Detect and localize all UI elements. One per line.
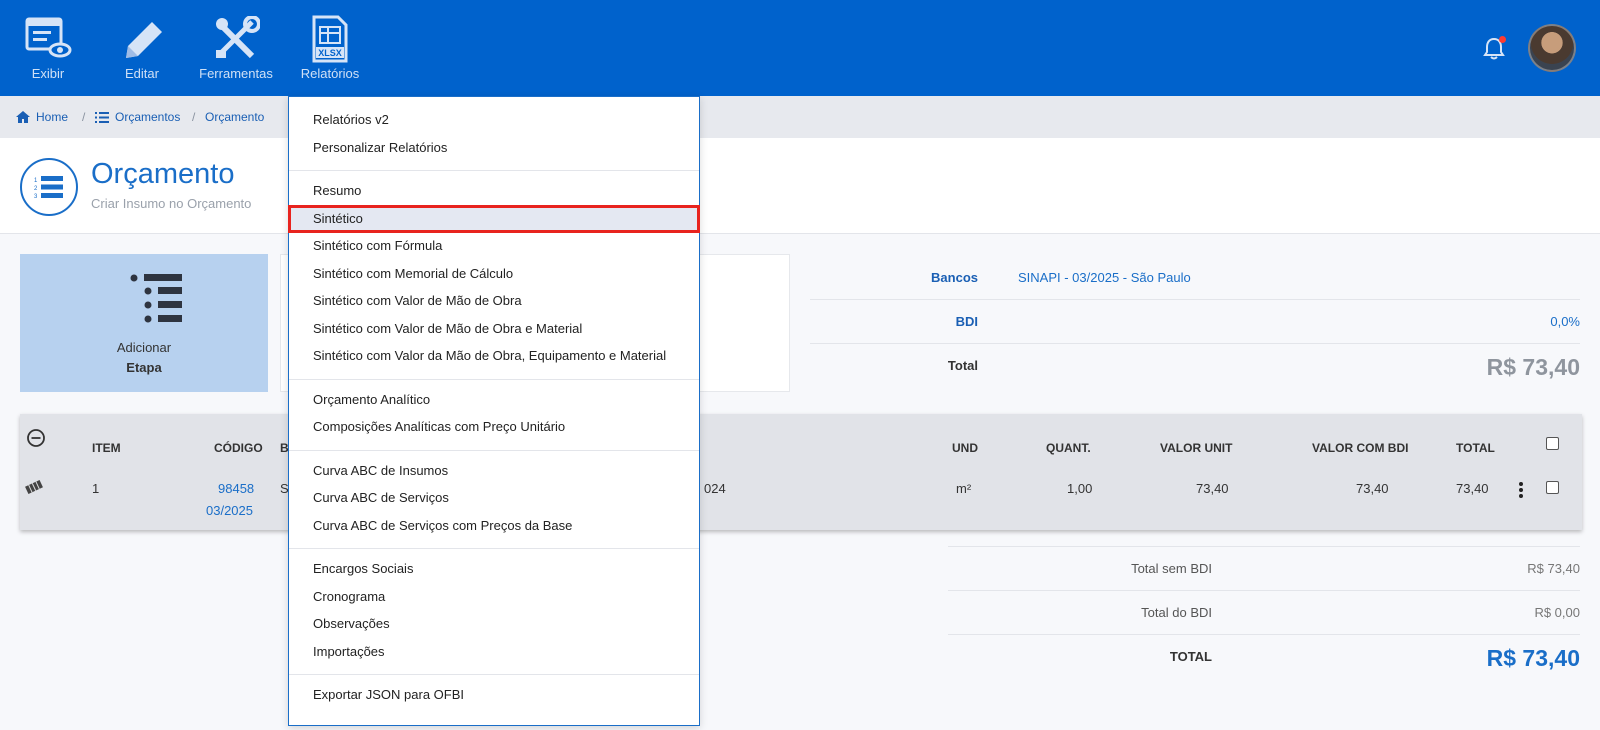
menu-item[interactable]: Sintético xyxy=(288,204,700,233)
brick-icon xyxy=(25,480,43,494)
menu-item[interactable]: Exportar JSON para OFBI xyxy=(289,682,699,708)
menu-item[interactable]: Relatórios v2 xyxy=(289,107,699,133)
svg-text:2: 2 xyxy=(34,186,38,192)
menu-item[interactable]: Composições Analíticas com Preço Unitári… xyxy=(289,414,699,440)
menu-divider xyxy=(289,449,699,451)
bancos-link[interactable]: SINAPI - 03/2025 - São Paulo xyxy=(1018,270,1191,285)
menu-divider xyxy=(289,170,699,171)
add-etapa-label: Adicionar xyxy=(116,340,172,355)
svg-text:XLSX: XLSX xyxy=(318,48,342,58)
svg-text:1: 1 xyxy=(34,178,38,184)
toolbar-editar-button[interactable]: Editar xyxy=(97,14,187,81)
info-total-row: Total R$ 73,40 xyxy=(947,354,1580,380)
menu-item[interactable]: Curva ABC de Serviços xyxy=(289,485,699,511)
menu-item[interactable]: Sintético com Memorial de Cálculo xyxy=(289,261,699,287)
page-header: 1 2 3 Orçamento Criar Insumo no Orçament… xyxy=(0,138,1600,234)
toolbar-editar-label: Editar xyxy=(125,66,159,81)
tree-list-icon xyxy=(130,274,182,323)
page-subtitle: Criar Insumo no Orçamento xyxy=(91,196,252,211)
breadcrumb: Home / Orçamentos / Orçamento xyxy=(0,96,1600,138)
toolbar-exibir-label: Exibir xyxy=(31,66,65,81)
menu-divider xyxy=(289,378,699,380)
menu-item[interactable]: Cronograma xyxy=(289,584,699,610)
xlsx-file-icon: XLSX xyxy=(285,14,375,64)
menu-item[interactable]: Sintético com Valor da Mão de Obra, Equi… xyxy=(289,343,699,369)
row-valor-unit: 73,40 xyxy=(1196,481,1229,496)
breadcrumb-separator: / xyxy=(82,110,86,124)
toolbar-ferramentas-label: Ferramentas xyxy=(199,66,273,81)
menu-item[interactable]: Orçamento Analítico xyxy=(289,387,699,413)
home-icon xyxy=(16,111,30,123)
page-title: Orçamento xyxy=(91,158,235,190)
user-avatar[interactable] xyxy=(1528,24,1576,72)
toolbar-exibir-button[interactable]: Exibir xyxy=(3,14,93,81)
select-all-checkbox[interactable] xyxy=(1546,437,1559,450)
total-do-bdi-row: Total do BDI R$ 0,00 xyxy=(948,590,1580,634)
toolbar-relatorios-label: Relatórios xyxy=(300,66,360,81)
row-codigo-date: 03/2025 xyxy=(206,503,253,518)
breadcrumb-orcamentos[interactable]: Orçamentos xyxy=(95,110,180,124)
more-vertical-icon[interactable] xyxy=(1518,481,1524,499)
bdi-value[interactable]: 0,0% xyxy=(1550,314,1580,329)
info-bdi-row: BDI 0,0% xyxy=(810,300,1580,344)
view-list-icon xyxy=(3,14,93,64)
pencil-icon xyxy=(97,14,187,64)
numbered-list-icon: 1 2 3 xyxy=(20,158,78,216)
breadcrumb-home[interactable]: Home xyxy=(16,110,68,124)
col-und: UND xyxy=(952,441,978,455)
menu-item[interactable]: Importações xyxy=(289,639,699,665)
menu-item[interactable]: Encargos Sociais xyxy=(289,556,699,582)
add-etapa-card[interactable]: Adicionar Etapa xyxy=(20,254,268,392)
info-bancos-row: Bancos SINAPI - 03/2025 - São Paulo xyxy=(810,254,1580,300)
row-quant: 1,00 xyxy=(1067,481,1093,496)
menu-item[interactable]: Sintético com Valor de Mão de Obra e Mat… xyxy=(289,316,699,342)
menu-item[interactable]: Resumo xyxy=(289,178,699,204)
top-toolbar: Exibir Editar Ferramentas XLSX Relatório… xyxy=(0,0,1600,96)
row-codigo-link[interactable]: 98458 xyxy=(218,481,254,496)
reports-dropdown-menu: Relatórios v2 Personalizar Relatórios Resu… xyxy=(288,96,700,726)
grand-total-value: R$ 73,40 xyxy=(1486,645,1580,671)
row-description-tail: 024 xyxy=(704,481,726,496)
col-codigo: CÓDIGO xyxy=(214,441,263,455)
menu-item[interactable]: Personalizar Relatórios xyxy=(289,135,699,161)
toolbar-relatorios-button[interactable]: XLSX Relatórios xyxy=(285,14,375,81)
row-item: 1 xyxy=(92,481,100,496)
info-total-value: R$ 73,40 xyxy=(1486,354,1580,380)
col-quant: QUANT. xyxy=(1046,441,1091,455)
collapse-icon[interactable] xyxy=(26,428,46,448)
tools-icon xyxy=(191,14,281,64)
total-row: TOTAL R$ 73,40 xyxy=(948,634,1580,682)
breadcrumb-orcamento[interactable]: Orçamento xyxy=(205,110,264,124)
toolbar-ferramentas-button[interactable]: Ferramentas xyxy=(191,14,281,81)
total-sem-bdi-row: Total sem BDI R$ 73,40 xyxy=(948,546,1580,590)
col-total: TOTAL xyxy=(1456,441,1495,455)
menu-item[interactable]: Observações xyxy=(289,611,699,637)
menu-divider xyxy=(289,674,699,675)
row-valor-com-bdi: 73,40 xyxy=(1356,481,1389,496)
breadcrumb-separator: / xyxy=(192,110,196,124)
menu-divider xyxy=(289,548,699,549)
col-valor-unit: VALOR UNIT xyxy=(1160,441,1233,455)
list-icon xyxy=(95,111,109,123)
row-und: m² xyxy=(956,481,972,496)
menu-item[interactable]: Sintético com Valor de Mão de Obra xyxy=(289,288,699,314)
menu-item[interactable]: Curva ABC de Insumos xyxy=(289,458,699,484)
col-item: ITEM xyxy=(92,441,121,455)
row-total: 73,40 xyxy=(1456,481,1489,496)
budget-grid: ITEM CÓDIGO B UND QUANT. VALOR UNIT VALO… xyxy=(20,414,1582,530)
notification-badge xyxy=(1499,36,1506,43)
row-checkbox[interactable] xyxy=(1546,481,1559,494)
menu-item[interactable]: Curva ABC de Serviços com Preços da Base xyxy=(289,513,699,539)
menu-item[interactable]: Sintético com Fórmula xyxy=(289,233,699,259)
svg-text:3: 3 xyxy=(34,194,38,199)
col-valor-com-bdi: VALOR COM BDI xyxy=(1312,441,1409,455)
add-etapa-label-bold: Etapa xyxy=(126,360,162,375)
